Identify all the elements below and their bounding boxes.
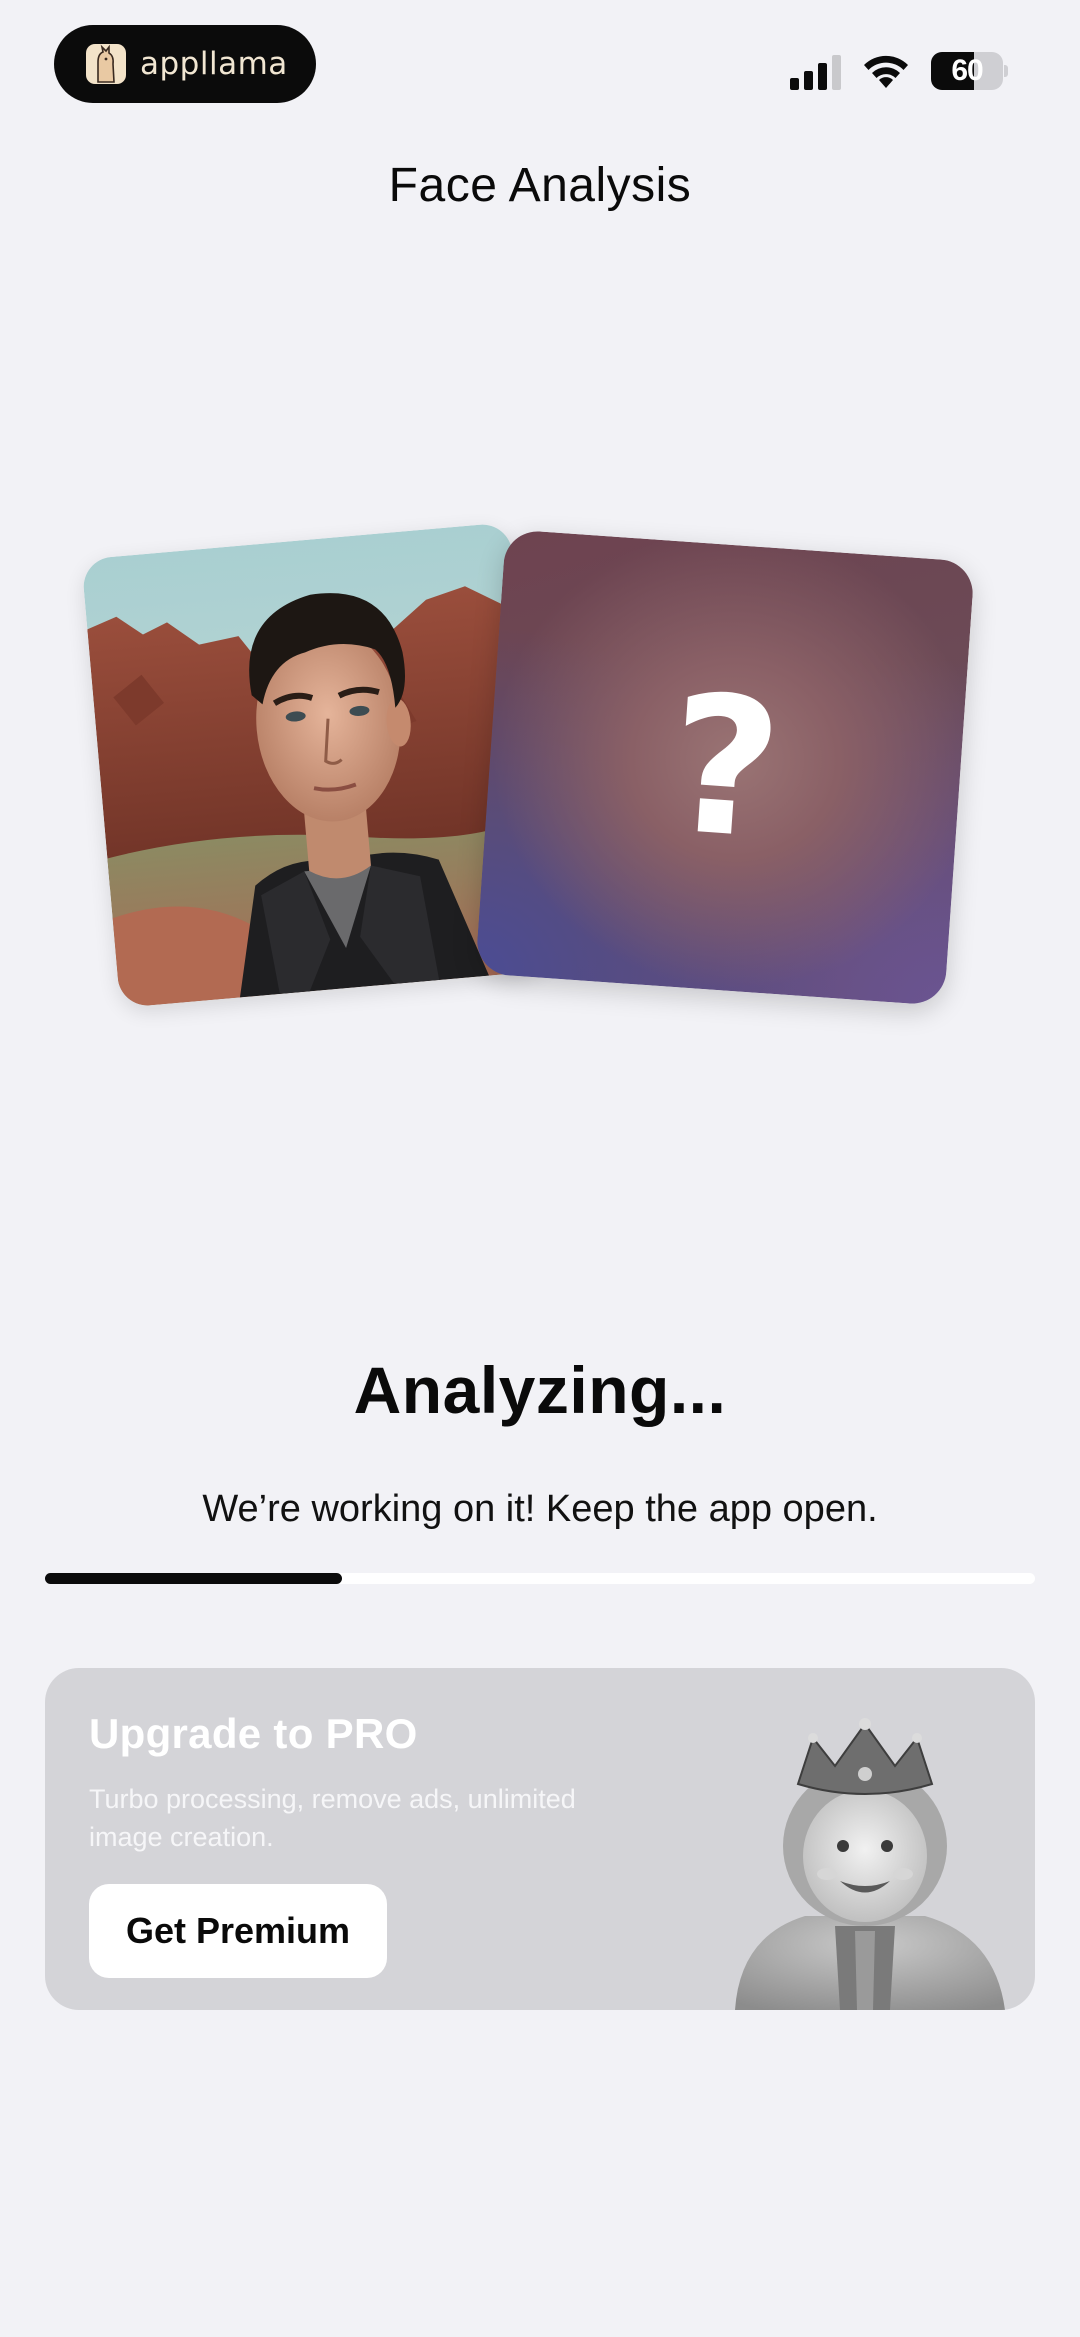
battery-icon: 60 <box>931 52 1009 90</box>
analysis-progress-bar <box>45 1573 1035 1584</box>
promo-description: Turbo processing, remove ads, unlimited … <box>89 1784 576 1852</box>
promo-title: Upgrade to PRO <box>89 1710 418 1757</box>
brand-name: appllama <box>140 46 288 82</box>
cellular-signal-icon <box>790 55 841 90</box>
page-title: Face Analysis <box>388 159 692 212</box>
get-premium-button[interactable]: Get Premium <box>89 1884 387 1978</box>
brand-badge[interactable]: appllama <box>54 25 316 103</box>
llama-logo-icon <box>86 44 126 84</box>
upgrade-promo-card[interactable]: Upgrade to PRO Turbo processing, remove … <box>45 1668 1035 2010</box>
crowned-child-image <box>735 1718 1005 2010</box>
wifi-icon <box>864 55 908 88</box>
analyzing-subtitle: We’re working on it! Keep the app open. <box>202 1488 878 1530</box>
status-bar: appllama 60 <box>0 0 1080 130</box>
analyzing-title: Analyzing... <box>353 1353 727 1427</box>
battery-level: 60 <box>951 54 983 87</box>
question-mark-icon: ? <box>662 653 788 882</box>
progress-fill <box>45 1573 342 1584</box>
mystery-result-card: ? <box>475 529 975 1006</box>
